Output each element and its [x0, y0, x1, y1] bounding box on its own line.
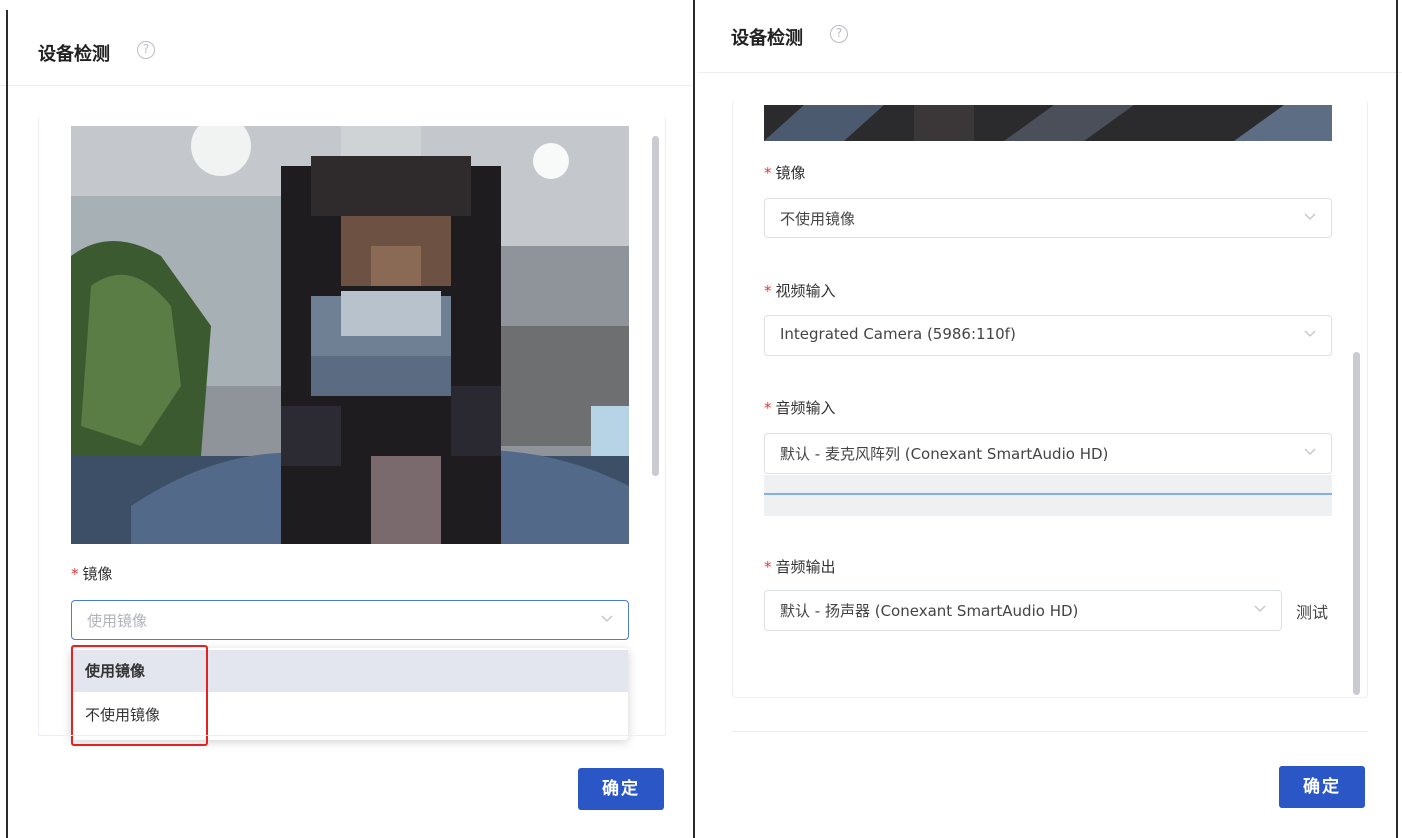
right-edge	[1396, 0, 1398, 838]
scrollbar[interactable]	[652, 136, 659, 476]
highlight-annotation	[71, 645, 208, 746]
required-asterisk: *	[764, 164, 772, 182]
dialog-header: 设备检测 ?	[0, 16, 692, 86]
confirm-button[interactable]: 确定	[1279, 766, 1365, 808]
camera-preview	[764, 105, 1332, 141]
audio-output-label: * 音频输出	[764, 556, 836, 577]
required-asterisk: *	[71, 565, 79, 583]
dialog-header: 设备检测 ?	[698, 0, 1402, 73]
audio-output-value: 默认 - 扬声器 (Conexant SmartAudio HD)	[780, 602, 1079, 620]
video-input-label: * 视频输入	[764, 280, 836, 301]
audio-input-select[interactable]: 默认 - 麦克风阵列 (Conexant SmartAudio HD)	[764, 433, 1332, 474]
chevron-down-icon	[1254, 605, 1266, 612]
audio-input-label: * 音频输入	[764, 397, 836, 418]
footer-divider	[38, 735, 666, 736]
dialog-title: 设备检测	[38, 44, 110, 65]
required-asterisk: *	[764, 399, 772, 417]
video-input-select[interactable]: Integrated Camera (5986:110f)	[764, 315, 1332, 356]
chevron-down-icon	[1304, 330, 1316, 337]
device-check-dialog-left: 设备检测 ? * 镜像 使用镜像 使用镜像 不使用镜像 确定	[0, 0, 692, 838]
scrollbar[interactable]	[1353, 352, 1360, 695]
camera-frame	[764, 105, 1332, 141]
mirror-select[interactable]: 使用镜像	[71, 600, 629, 640]
mirror-select-value: 不使用镜像	[780, 210, 856, 228]
device-check-dialog-right: 设备检测 ? * 镜像 不使用镜像 * 视频输入 Integrated Camera…	[698, 0, 1402, 838]
audio-output-label-text: 音频输出	[775, 558, 836, 576]
video-input-label-text: 视频输入	[775, 282, 836, 300]
help-circle-icon[interactable]: ?	[137, 41, 155, 59]
mirror-select[interactable]: 不使用镜像	[764, 198, 1332, 238]
mirror-select-placeholder: 使用镜像	[87, 612, 148, 630]
audio-input-label-text: 音频输入	[775, 399, 836, 417]
test-audio-link[interactable]: 测试	[1296, 599, 1328, 623]
footer-divider	[732, 731, 1368, 732]
required-asterisk: *	[764, 282, 772, 300]
chevron-down-icon	[1304, 448, 1316, 455]
audio-input-value: 默认 - 麦克风阵列 (Conexant SmartAudio HD)	[780, 445, 1109, 463]
help-circle-icon[interactable]: ?	[830, 25, 848, 43]
mirror-label: * 镜像	[71, 563, 113, 584]
camera-preview	[71, 126, 629, 544]
left-edge	[6, 10, 8, 838]
required-asterisk: *	[764, 558, 772, 576]
confirm-button[interactable]: 确定	[578, 768, 664, 810]
dialog-title: 设备检测	[731, 28, 803, 49]
video-input-value: Integrated Camera (5986:110f)	[780, 325, 1016, 343]
mirror-label: * 镜像	[764, 162, 806, 183]
panel-divider	[693, 0, 695, 838]
mirror-label-text: 镜像	[775, 164, 806, 182]
chevron-down-icon	[601, 615, 613, 622]
audio-level-meter	[764, 475, 1332, 516]
audio-level-bar	[764, 493, 1332, 495]
chevron-down-icon	[1304, 213, 1316, 220]
audio-output-select[interactable]: 默认 - 扬声器 (Conexant SmartAudio HD)	[764, 590, 1282, 631]
mirror-label-text: 镜像	[82, 565, 113, 583]
camera-frame	[71, 126, 629, 544]
